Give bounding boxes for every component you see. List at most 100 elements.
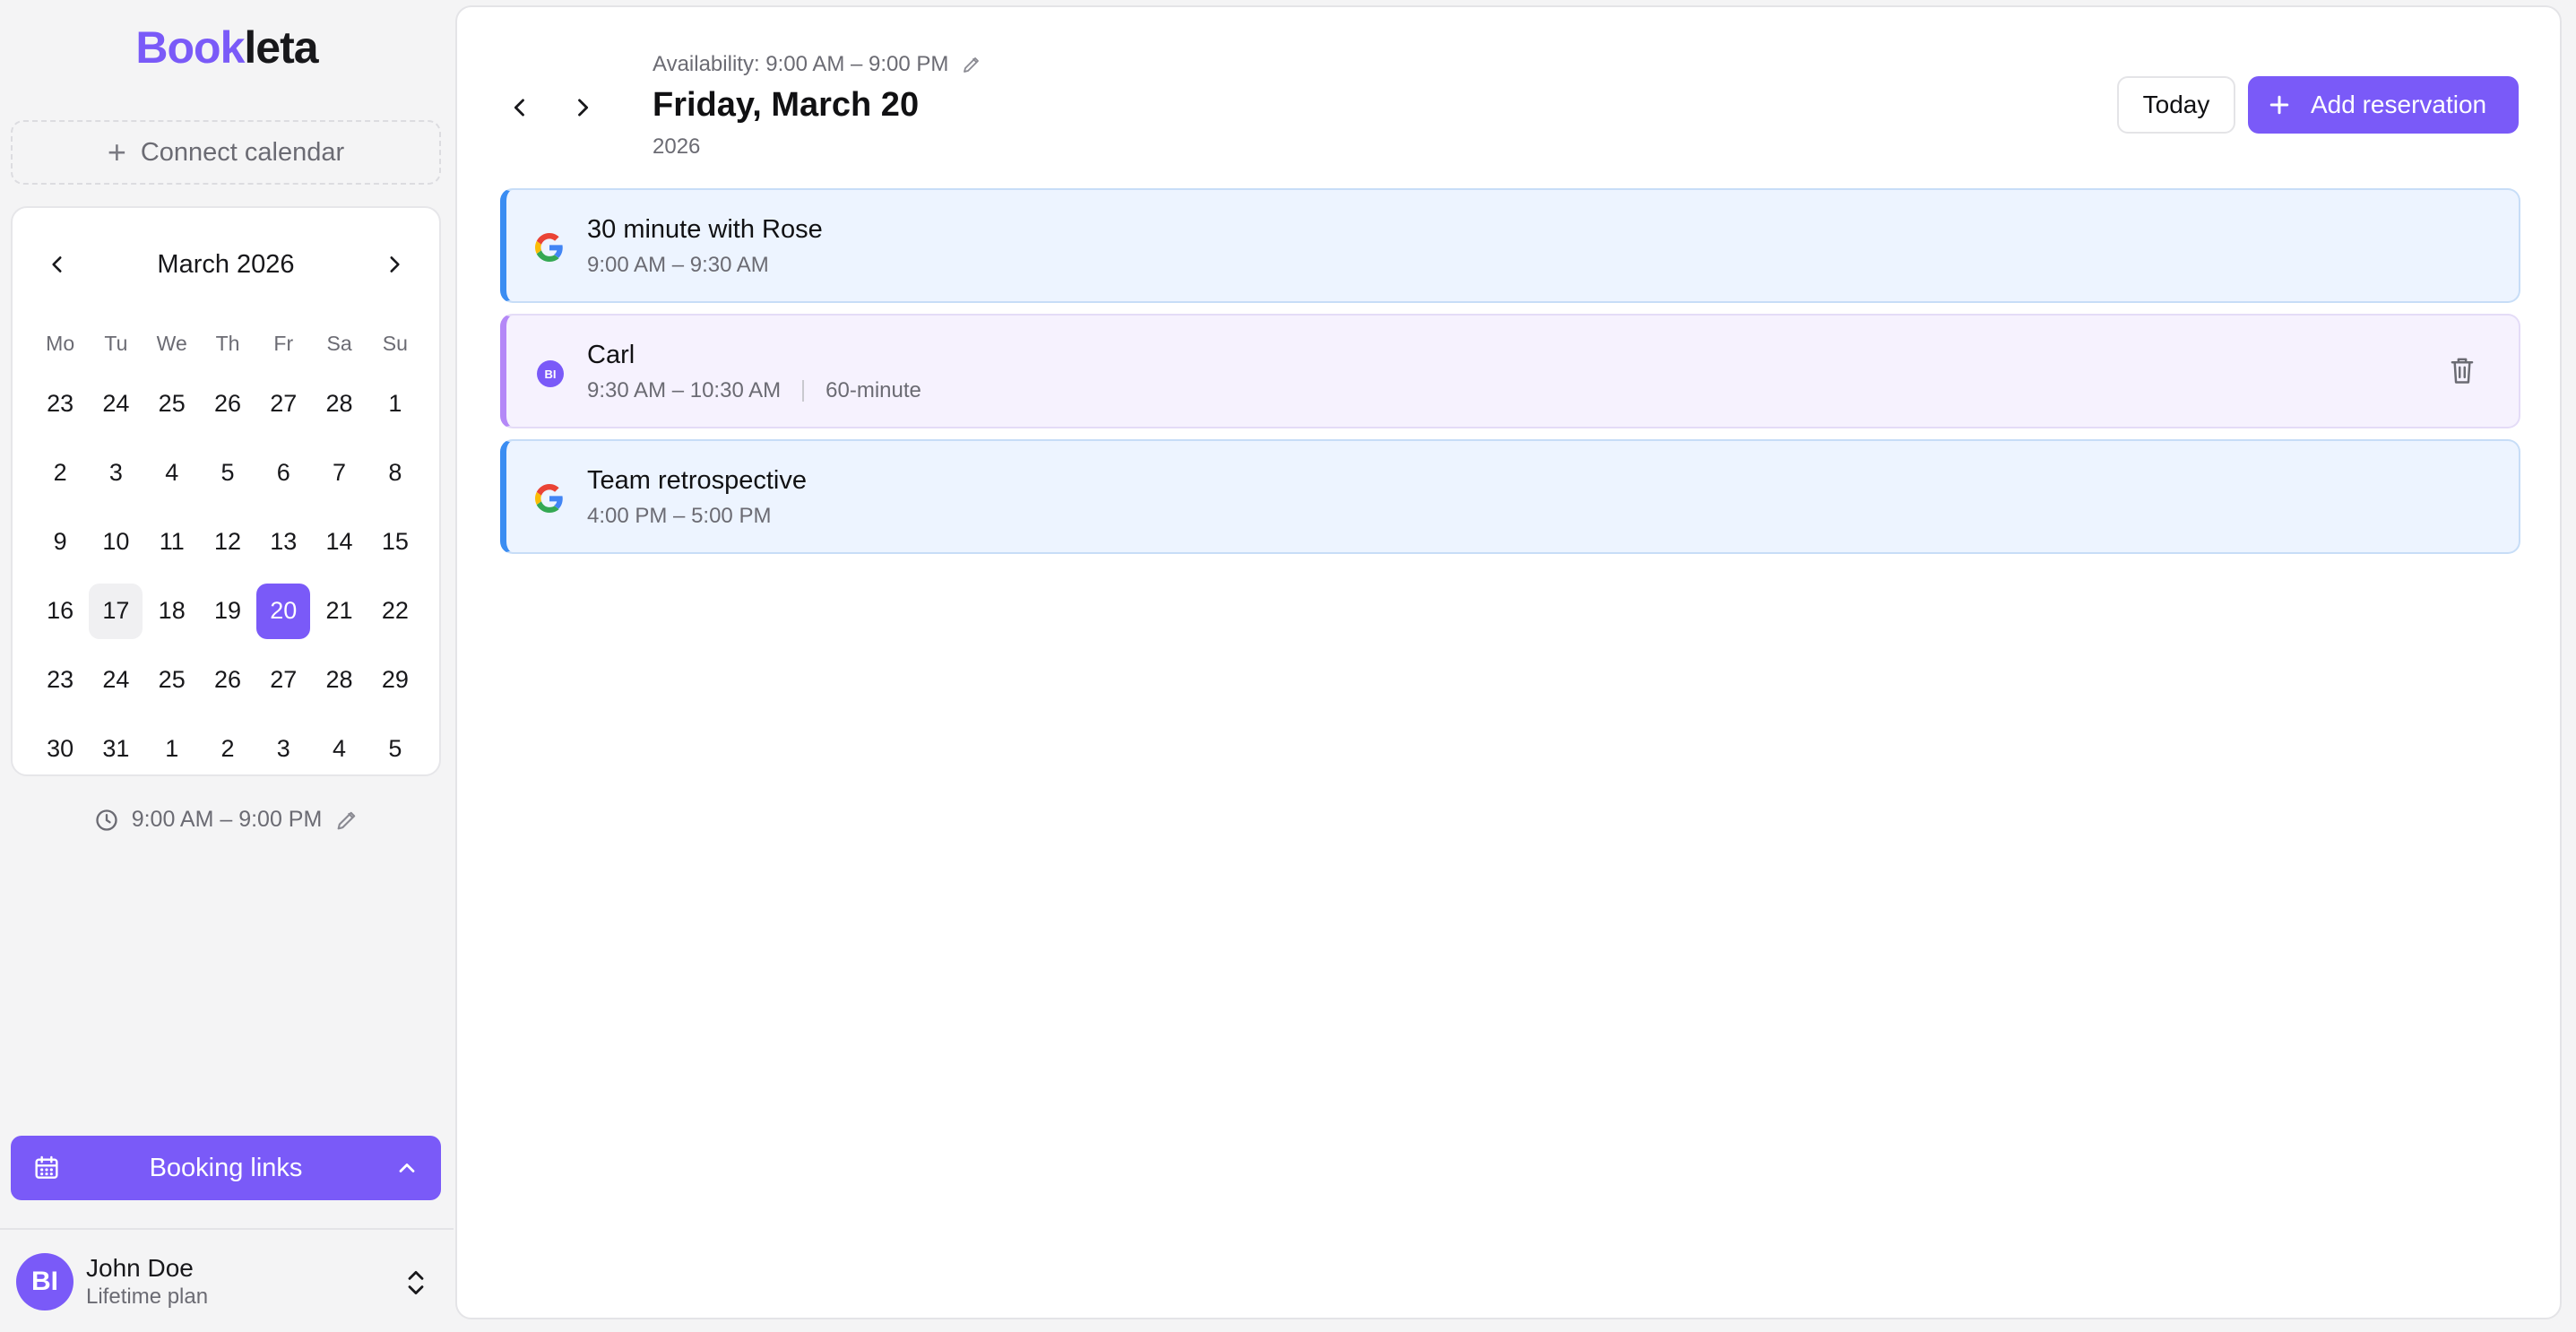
calendar-day[interactable]: 27 xyxy=(255,645,311,714)
prev-day-button[interactable] xyxy=(500,88,540,127)
event-title: Carl xyxy=(587,341,635,369)
calendar-day[interactable]: 27 xyxy=(255,369,311,438)
app-logo[interactable]: Bookleta xyxy=(0,22,454,74)
calendar-day[interactable]: 19 xyxy=(200,576,255,645)
calendar-day[interactable]: 4 xyxy=(144,438,200,507)
calendar-day[interactable]: 5 xyxy=(200,438,255,507)
calendar-day-number: 21 xyxy=(325,597,353,624)
user-menu[interactable]: BI John Doe Lifetime plan xyxy=(16,1253,437,1310)
calendar-day[interactable]: 26 xyxy=(200,369,255,438)
calendar-day-number: 19 xyxy=(213,597,241,624)
calendar-day-number: 11 xyxy=(159,528,185,555)
mini-calendar-header: March 2026 xyxy=(13,242,439,287)
event-duration: 60-minute xyxy=(826,378,921,402)
calendar-day[interactable]: 25 xyxy=(144,369,200,438)
calendar-day[interactable]: 7 xyxy=(311,438,367,507)
add-reservation-label: Add reservation xyxy=(2311,91,2487,118)
calendar-day-number: 12 xyxy=(213,528,241,555)
event-time: 9:30 AM – 10:30 AM xyxy=(587,378,782,402)
calendar-day[interactable]: 8 xyxy=(367,438,423,507)
calendar-day[interactable]: 1 xyxy=(367,369,423,438)
sidebar: Bookleta + Connect calendar March 2026 M… xyxy=(0,0,454,1332)
calendar-day-number: 22 xyxy=(381,597,409,624)
chevron-right-icon xyxy=(578,99,589,117)
weekday-header: Su xyxy=(382,331,408,355)
chevron-right-icon xyxy=(390,256,400,272)
calendar-day-number: 27 xyxy=(270,390,298,417)
booking-source-badge: BI xyxy=(537,360,564,387)
calendar-day-number: 1 xyxy=(165,735,179,762)
calendar-day-number: 23 xyxy=(47,666,74,693)
calendar-day[interactable]: 29 xyxy=(367,645,423,714)
calendar-day[interactable]: 13 xyxy=(255,507,311,576)
next-month-button[interactable] xyxy=(375,245,414,284)
booking-links-label: Booking links xyxy=(149,1153,303,1182)
calendar-day-today[interactable]: 17 xyxy=(88,576,143,645)
calendar-day[interactable]: 2 xyxy=(200,714,255,783)
calendar-day-number: 24 xyxy=(102,390,130,417)
calendar-day[interactable]: 4 xyxy=(311,714,367,783)
calendar-day[interactable]: 12 xyxy=(200,507,255,576)
user-name: John Doe xyxy=(86,1254,194,1282)
connect-calendar-label: Connect calendar xyxy=(140,137,345,167)
user-info: John Doe Lifetime plan xyxy=(86,1254,208,1310)
calendar-day[interactable]: 10 xyxy=(88,507,143,576)
booking-links-button[interactable]: Booking links xyxy=(11,1136,441,1200)
event-card[interactable]: BI Carl 9:30 AM – 10:30 AM 60-minute xyxy=(500,314,2520,428)
calendar-day-selected[interactable]: 20 xyxy=(255,576,311,645)
calendar-day[interactable]: 3 xyxy=(88,438,143,507)
pencil-icon[interactable] xyxy=(334,808,359,833)
calendar-day[interactable]: 30 xyxy=(32,714,88,783)
calendar-day[interactable]: 11 xyxy=(144,507,200,576)
weekday-header: Tu xyxy=(104,331,128,355)
calendar-day[interactable]: 28 xyxy=(311,645,367,714)
chevron-up-down-icon xyxy=(408,1270,424,1295)
calendar-day-number: 17 xyxy=(89,583,143,639)
calendar-day-number: 15 xyxy=(381,528,409,555)
calendar-day[interactable]: 3 xyxy=(255,714,311,783)
calendar-day[interactable]: 24 xyxy=(88,369,143,438)
calendar-day[interactable]: 14 xyxy=(311,507,367,576)
calendar-day[interactable]: 1 xyxy=(144,714,200,783)
calendar-day[interactable]: 23 xyxy=(32,369,88,438)
calendar-day-number: 29 xyxy=(381,666,409,693)
add-reservation-button[interactable]: Add reservation xyxy=(2248,76,2519,134)
calendar-day[interactable]: 26 xyxy=(200,645,255,714)
calendar-day[interactable]: 6 xyxy=(255,438,311,507)
mini-calendar-title: March 2026 xyxy=(157,249,295,279)
calendar-day[interactable]: 16 xyxy=(32,576,88,645)
pencil-icon[interactable] xyxy=(961,54,982,75)
next-day-button[interactable] xyxy=(563,88,602,127)
prev-month-button[interactable] xyxy=(38,245,77,284)
calendar-day[interactable]: 22 xyxy=(367,576,423,645)
calendar-day[interactable]: 18 xyxy=(144,576,200,645)
event-card[interactable]: Team retrospective 4:00 PM – 5:00 PM xyxy=(500,439,2520,554)
logo-brand: Book xyxy=(135,22,245,73)
calendar-day-number: 9 xyxy=(53,528,67,555)
calendar-day[interactable]: 25 xyxy=(144,645,200,714)
day-view-panel: Availability: 9:00 AM – 9:00 PM Friday, … xyxy=(455,5,2562,1319)
weekday-header: Sa xyxy=(326,331,352,355)
availability-text: Availability: 9:00 AM – 9:00 PM xyxy=(653,52,949,76)
calendar-day[interactable]: 5 xyxy=(367,714,423,783)
calendar-day[interactable]: 15 xyxy=(367,507,423,576)
connect-calendar-button[interactable]: + Connect calendar xyxy=(11,120,441,185)
calendar-day-number: 26 xyxy=(213,666,241,693)
calendar-day-number: 1 xyxy=(388,390,402,417)
calendar-day[interactable]: 31 xyxy=(88,714,143,783)
today-button[interactable]: Today xyxy=(2117,76,2235,134)
calendar-day[interactable]: 21 xyxy=(311,576,367,645)
calendar-day[interactable]: 9 xyxy=(32,507,88,576)
day-navigation xyxy=(500,88,602,127)
weekday-header: Th xyxy=(215,331,240,355)
calendar-day[interactable]: 28 xyxy=(311,369,367,438)
calendar-day[interactable]: 23 xyxy=(32,645,88,714)
calendar-day-number: 28 xyxy=(325,390,353,417)
event-card[interactable]: 30 minute with Rose 9:00 AM – 9:30 AM xyxy=(500,188,2520,303)
calendar-day-number: 8 xyxy=(388,459,402,486)
trash-icon[interactable] xyxy=(2447,355,2477,387)
event-time: 4:00 PM – 5:00 PM xyxy=(587,504,772,528)
calendar-day[interactable]: 2 xyxy=(32,438,88,507)
mini-calendar: March 2026 Mo Tu We Th Fr Sa Su 23 24 25 26 27 28 1 2 3… xyxy=(11,206,441,776)
calendar-day[interactable]: 24 xyxy=(88,645,143,714)
